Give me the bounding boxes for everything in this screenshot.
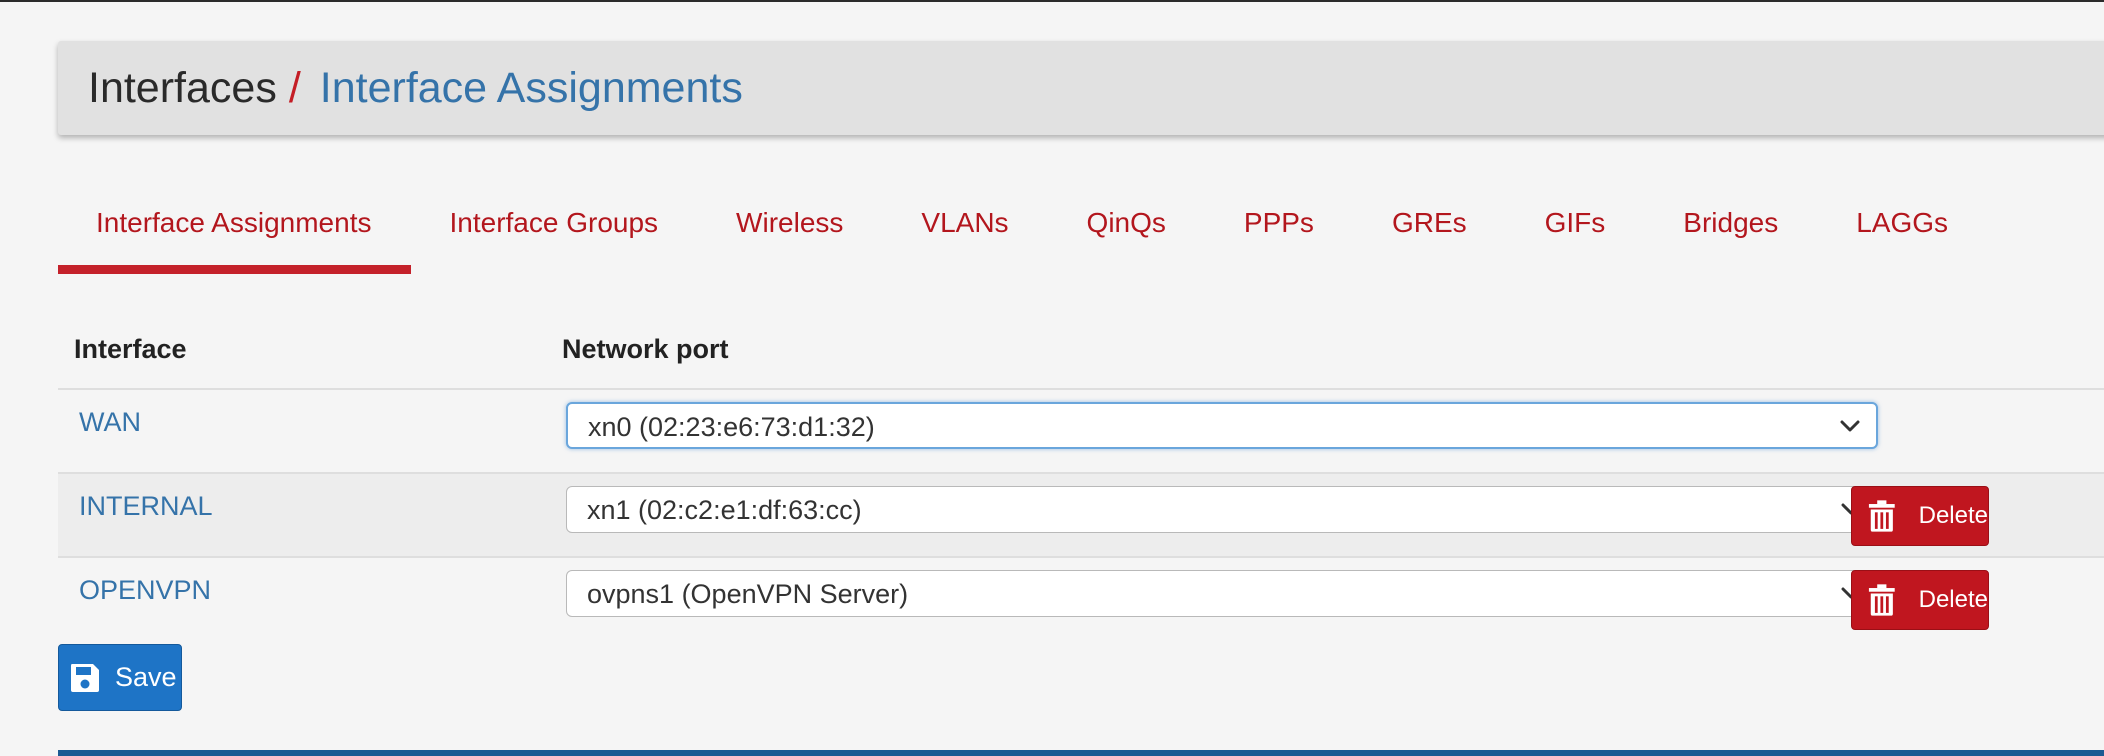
floppy-disk-icon: [71, 663, 99, 692]
tab-gifs[interactable]: GIFs: [1507, 190, 1646, 274]
page-header: Interfaces / Interface Assignments: [58, 41, 2104, 135]
table-row-openvpn: OPENVPN ovpns1 (OpenVPN Server) Delete: [58, 556, 2104, 640]
delete-button-internal[interactable]: Delete: [1851, 486, 1989, 546]
table-row-wan: WAN xn0 (02:23:e6:73:d1:32): [58, 388, 2104, 472]
tab-gres[interactable]: GREs: [1354, 190, 1507, 274]
interface-link-openvpn[interactable]: OPENVPN: [79, 575, 211, 606]
breadcrumb-current[interactable]: Interface Assignments: [320, 66, 743, 110]
trash-icon: [1868, 500, 1895, 532]
tab-wireless[interactable]: Wireless: [698, 190, 883, 274]
tab-vlans[interactable]: VLANs: [883, 190, 1048, 274]
tab-interface-assignments[interactable]: Interface Assignments: [58, 190, 412, 274]
tab-interface-groups[interactable]: Interface Groups: [411, 190, 698, 274]
chevron-down-icon: [1840, 420, 1860, 432]
delete-button-openvpn[interactable]: Delete: [1851, 570, 1989, 630]
save-button-label: Save: [115, 662, 177, 692]
network-port-select-openvpn[interactable]: ovpns1 (OpenVPN Server): [566, 570, 1878, 617]
top-border: [0, 0, 2104, 2]
network-port-select-wan[interactable]: xn0 (02:23:e6:73:d1:32): [566, 402, 1878, 449]
network-port-select-internal[interactable]: xn1 (02:c2:e1:df:63:cc): [566, 486, 1878, 533]
column-header-network-port: Network port: [562, 334, 729, 364]
bottom-panel-border: [58, 750, 2104, 756]
tab-bar: Interface Assignments Interface Groups W…: [58, 190, 1988, 274]
tab-qinqs[interactable]: QinQs: [1049, 190, 1206, 274]
tab-ppps[interactable]: PPPs: [1206, 190, 1354, 274]
breadcrumb-separator: /: [288, 63, 301, 112]
column-header-interface: Interface: [74, 334, 187, 364]
network-port-value-openvpn: ovpns1 (OpenVPN Server): [587, 579, 909, 609]
delete-button-label: Delete: [1918, 502, 1988, 529]
table-row-internal: INTERNAL xn1 (02:c2:e1:df:63:cc) Delete: [58, 472, 2104, 556]
tab-laggs[interactable]: LAGGs: [1818, 190, 1988, 274]
breadcrumb-root[interactable]: Interfaces: [88, 66, 277, 110]
interface-link-wan[interactable]: WAN: [79, 407, 141, 438]
breadcrumb: Interfaces / Interface Assignments: [88, 63, 743, 112]
interface-link-internal[interactable]: INTERNAL: [79, 491, 213, 522]
delete-button-label: Delete: [1918, 586, 1988, 613]
save-button[interactable]: Save: [58, 644, 182, 711]
network-port-value-wan: xn0 (02:23:e6:73:d1:32): [588, 412, 875, 442]
tab-bridges[interactable]: Bridges: [1645, 190, 1818, 274]
trash-icon: [1868, 584, 1895, 616]
network-port-value-internal: xn1 (02:c2:e1:df:63:cc): [587, 495, 862, 525]
